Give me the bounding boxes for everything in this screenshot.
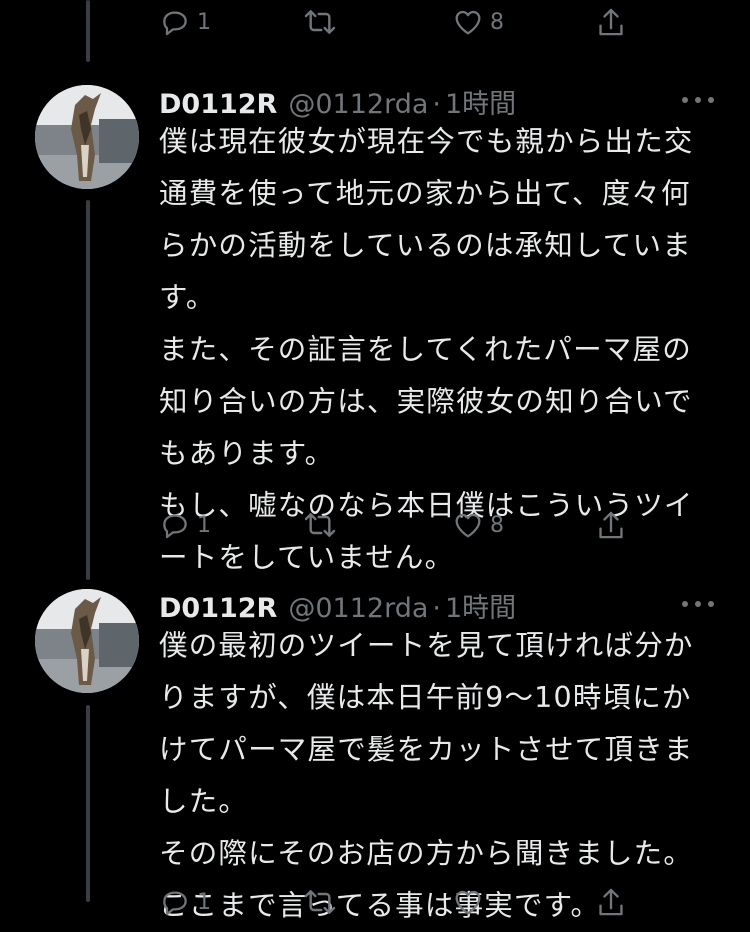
avatar[interactable] [35,85,139,189]
reply-button[interactable]: 1 [159,886,211,918]
reply-icon [163,514,187,539]
tweet-header: D0112R @0112rda · 1時間 [159,82,516,120]
tweet-actions: 1 8 [159,509,639,545]
retweet-button[interactable] [302,6,344,38]
tweet-text-line: 僕の最初のツイートを見て頂ければ分か [159,629,694,662]
more-icon-dot [695,97,701,103]
tweet-text-line: 僕は現在彼女が現在今でも親から出た交 [159,125,694,158]
heart-icon [455,10,481,35]
reply-count: 1 [197,9,211,35]
heart-icon [455,513,481,538]
reply-count: 1 [197,889,211,915]
share-button[interactable] [595,6,627,40]
reply-count: 1 [197,512,211,538]
more-options-button[interactable] [682,599,714,609]
reply-button[interactable]: 1 [159,509,211,541]
retweet-icon [304,10,336,34]
share-button[interactable] [595,509,627,543]
more-icon-dot [695,601,701,607]
tweet-text-line: もあります。 [159,437,335,470]
reply-icon [163,11,187,36]
tweet-text-line: らかの活動をしているのは承知していま [159,229,692,262]
tweet[interactable]: 1 8 [0,0,750,60]
retweet-icon [304,513,336,537]
tweet-header: D0112R @0112rda · 1時間 [159,586,516,624]
tweet-actions: 1 [159,886,639,922]
more-icon-dot [708,97,714,103]
tweet-text-line: 通費を使って地元の家から出て、度々何 [159,177,691,210]
like-button[interactable]: 8 [452,6,504,38]
like-count: 8 [490,512,504,538]
tweet-text-line: した。 [159,785,249,818]
share-icon [599,888,623,916]
tweet[interactable]: D0112R @0112rda · 1時間 僕は現在彼女が現在今でも親から出た交… [0,82,750,574]
share-icon [599,511,623,539]
more-icon-dot [708,601,714,607]
like-button[interactable]: 8 [452,509,504,541]
tweet-actions: 1 8 [159,6,639,42]
cat-avatar-image [35,85,139,189]
tweet-text-line: りますが、僕は本日午前9〜10時頃にか [159,681,692,714]
tweet-text-line: また、その証言をしてくれたパーマ屋の [159,333,692,366]
more-icon [682,97,688,103]
like-button[interactable] [452,886,484,918]
share-icon [599,8,623,36]
tweet-text-line: す。 [159,281,216,314]
tweet-text-line: その際にそのお店の方から聞きました。 [159,837,694,870]
reply-button[interactable]: 1 [159,6,211,38]
heart-icon [455,890,481,915]
retweet-button[interactable] [302,886,338,918]
like-count: 8 [490,9,504,35]
tweet-text-line: 知り合いの方は、実際彼女の知り合いで [159,385,693,418]
tweet-text-line: けてパーマ屋で髪をカットさせて頂きま [159,733,694,766]
cat-avatar-image [35,589,139,693]
share-button[interactable] [595,886,627,920]
avatar[interactable] [35,589,139,693]
reply-icon [163,891,187,916]
tweet[interactable]: D0112R @0112rda · 1時間 僕の最初のツイートを見て頂ければ分か… [0,586,750,922]
more-options-button[interactable] [682,95,714,105]
retweet-button[interactable] [302,509,344,541]
more-icon [682,601,688,607]
retweet-icon [304,890,336,914]
